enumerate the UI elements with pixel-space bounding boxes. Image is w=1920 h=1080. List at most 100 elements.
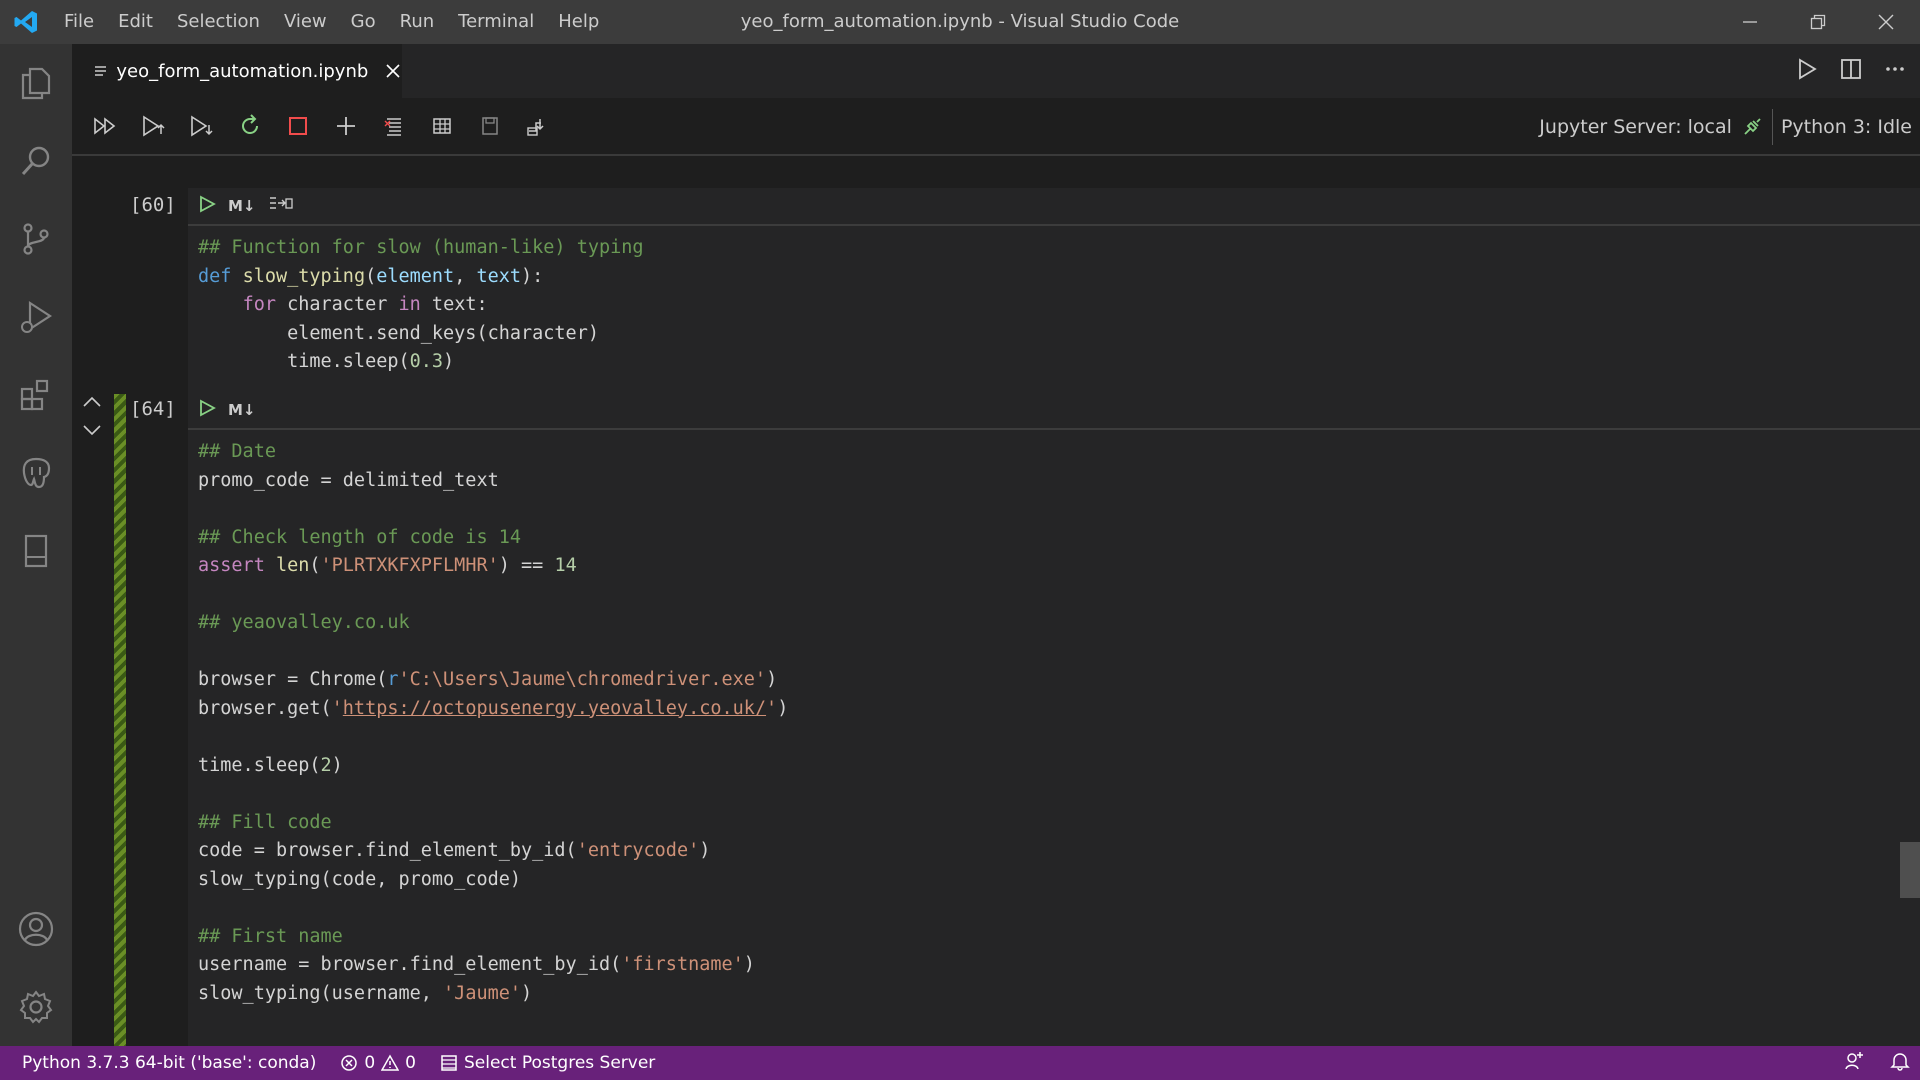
more-actions-button[interactable] (1884, 58, 1906, 84)
cell-1-code[interactable]: ## Function for slow (human-like) typing… (188, 226, 1920, 377)
problems-indicator[interactable]: 0 0 (328, 1053, 428, 1073)
add-cell-button[interactable] (322, 106, 370, 146)
notifications-button[interactable] (1890, 1051, 1910, 1076)
cell-1-markdown-toggle[interactable]: M↓ (228, 197, 256, 215)
code-line[interactable]: time.sleep(2) (198, 752, 1920, 781)
vscode-logo-icon (0, 0, 52, 44)
code-line[interactable] (198, 638, 1920, 667)
code-line[interactable]: time.sleep(0.3) (198, 348, 1920, 377)
code-line[interactable]: ## Fill code (198, 809, 1920, 838)
restart-kernel-button[interactable] (226, 106, 274, 146)
accounts-button[interactable] (0, 890, 72, 968)
code-token: code = browser.find_element_by_id( (198, 840, 577, 861)
cell-2-markdown-toggle[interactable]: M↓ (228, 401, 256, 419)
file-lines-icon (95, 66, 107, 76)
code-line[interactable]: code = browser.find_element_by_id('entry… (198, 837, 1920, 866)
jupyter-server-status[interactable]: Jupyter Server: local (1539, 116, 1742, 138)
cell-2-run-button[interactable] (198, 399, 216, 421)
feedback-button[interactable] (1844, 1051, 1864, 1076)
code-line[interactable]: username = browser.find_element_by_id('f… (198, 951, 1920, 980)
menu-edit[interactable]: Edit (106, 0, 165, 44)
code-line[interactable] (198, 780, 1920, 809)
code-line[interactable]: ## First name (198, 923, 1920, 952)
files-icon (21, 67, 51, 100)
cell-2-code[interactable]: ## Date promo_code = delimited_text ## Che… (188, 430, 1920, 1008)
menu-go[interactable]: Go (339, 0, 388, 44)
code-token: ) == (498, 555, 555, 576)
search-icon (21, 146, 50, 176)
vertical-scrollbar-thumb[interactable] (1900, 842, 1920, 898)
menu-file[interactable]: File (52, 0, 106, 44)
menu-terminal[interactable]: Terminal (446, 0, 546, 44)
tab-notebook[interactable]: yeo_form_automation.ipynb (72, 44, 402, 98)
interrupt-kernel-button[interactable] (274, 106, 322, 146)
source-control-button[interactable] (0, 200, 72, 278)
code-line[interactable]: promo_code = delimited_text (198, 467, 1920, 496)
cell-1-toolbar: M↓ (188, 188, 1920, 226)
menu-selection[interactable]: Selection (165, 0, 272, 44)
code-line[interactable]: browser = Chrome(r'C:\Users\Jaume\chrome… (198, 666, 1920, 695)
split-editor-button[interactable] (1840, 58, 1862, 84)
code-line[interactable] (198, 894, 1920, 923)
kernel-status[interactable]: Python 3: Idle (1781, 116, 1920, 138)
code-token: 'firstname' (621, 954, 744, 975)
explorer-button[interactable] (0, 44, 72, 122)
run-by-line-icon (269, 197, 293, 209)
menu-view[interactable]: View (272, 0, 339, 44)
run-above-button[interactable] (130, 106, 178, 146)
postgres-button[interactable] (0, 434, 72, 512)
code-token: slow_typing(code, promo_code) (198, 868, 522, 890)
save-button[interactable] (466, 106, 514, 146)
variables-button[interactable] (418, 106, 466, 146)
minimize-icon (1743, 21, 1757, 23)
run-debug-button[interactable] (0, 278, 72, 356)
code-line[interactable]: slow_typing(username, 'Jaume') (198, 980, 1920, 1009)
code-line[interactable]: element.send_keys(character) (198, 320, 1920, 349)
code-token: time.sleep( (198, 351, 410, 372)
clear-outputs-button[interactable] (370, 106, 418, 146)
code-token: ## Date (198, 441, 276, 462)
code-line[interactable]: ## yeaovalley.co.uk (198, 609, 1920, 638)
postgres-server-selector[interactable]: Select Postgres Server (428, 1053, 667, 1073)
cell-1-run-button[interactable] (198, 195, 216, 217)
restore-button[interactable] (1784, 0, 1852, 44)
account-icon (18, 911, 54, 947)
minimize-button[interactable] (1716, 0, 1784, 44)
source-control-icon (23, 223, 49, 255)
code-token: text: (420, 294, 488, 315)
code-line[interactable]: browser.get('https://octopusenergy.yeova… (198, 695, 1920, 724)
code-line[interactable] (198, 581, 1920, 610)
code-token: slow_typing (242, 265, 366, 287)
menu-run[interactable]: Run (388, 0, 447, 44)
export-button[interactable] (514, 106, 562, 146)
code-token: ' (331, 697, 343, 719)
run-file-button[interactable] (1796, 58, 1818, 84)
chevron-up-icon[interactable] (82, 395, 102, 409)
code-cell-2[interactable]: M↓ ## Date promo_code = delimited_text ## … (188, 392, 1920, 1046)
split-editor-icon (1841, 59, 1861, 79)
code-token: promo_code = delimited_text (198, 469, 499, 491)
close-window-button[interactable] (1852, 0, 1920, 44)
code-token: ) (521, 982, 533, 1004)
code-line[interactable]: for character in text: (198, 291, 1920, 320)
code-line[interactable] (198, 495, 1920, 524)
code-line[interactable]: slow_typing(code, promo_code) (198, 866, 1920, 895)
code-line[interactable]: assert len('PLRTXKFXPFLMHR') == 14 (198, 552, 1920, 581)
code-line[interactable]: def slow_typing(element, text): (198, 263, 1920, 292)
menu-help[interactable]: Help (546, 0, 611, 44)
code-token: ) (777, 697, 789, 719)
python-interpreter[interactable]: Python 3.7.3 64-bit ('base': conda) (0, 1053, 328, 1073)
notebook-button[interactable] (0, 512, 72, 590)
search-button[interactable] (0, 122, 72, 200)
code-line[interactable]: ## Check length of code is 14 (198, 524, 1920, 553)
run-all-button[interactable] (82, 106, 130, 146)
cell-1-run-by-line-button[interactable] (268, 195, 294, 217)
extensions-button[interactable] (0, 356, 72, 434)
code-line[interactable] (198, 723, 1920, 752)
code-line[interactable]: ## Date (198, 438, 1920, 467)
run-below-button[interactable] (178, 106, 226, 146)
tab-close-button[interactable] (384, 61, 402, 81)
manage-button[interactable] (0, 968, 72, 1046)
code-line[interactable]: ## Function for slow (human-like) typing (198, 234, 1920, 263)
chevron-down-icon[interactable] (82, 423, 102, 437)
